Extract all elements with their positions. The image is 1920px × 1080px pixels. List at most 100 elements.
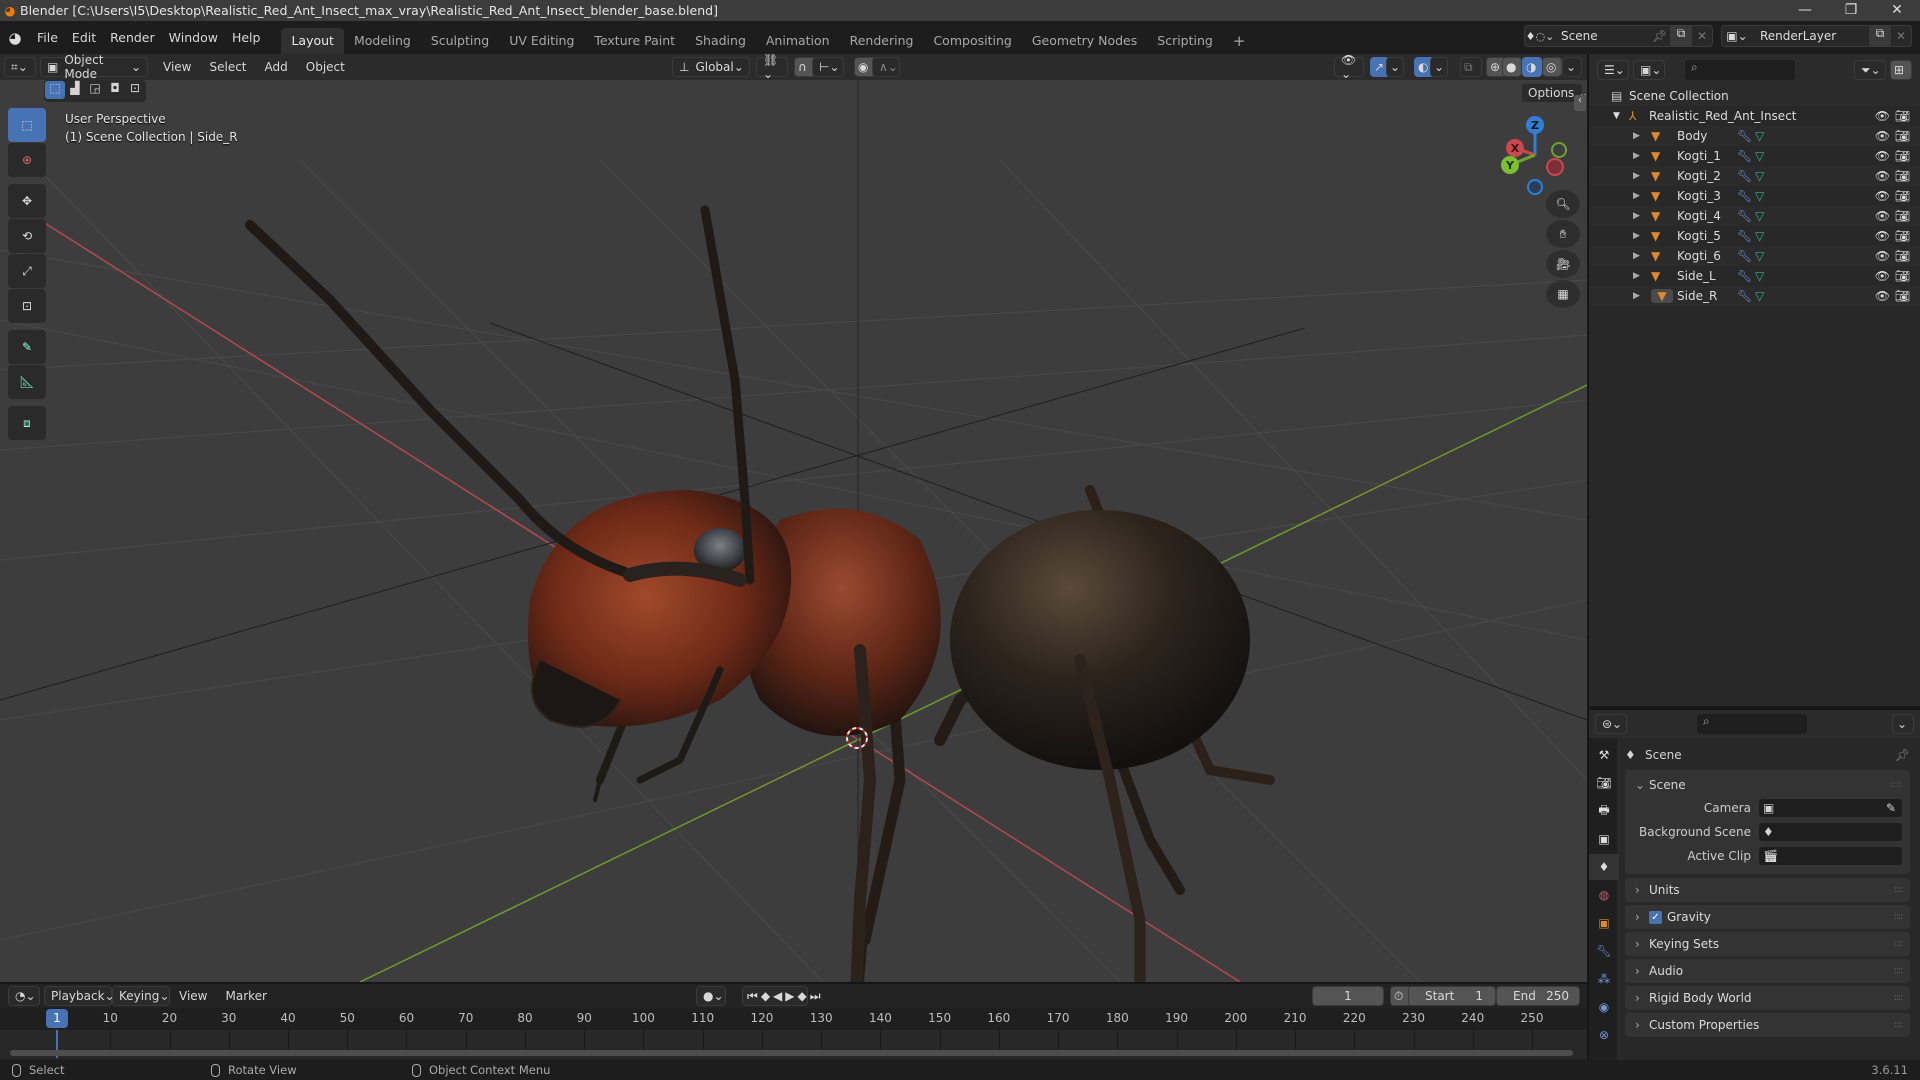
visibility-eye-icon[interactable]: 👁︎ [1875, 109, 1890, 123]
minimize-button[interactable]: — [1782, 0, 1828, 21]
gravity-checkbox[interactable]: ✓ [1649, 910, 1662, 924]
new-view-layer-button[interactable]: ⧉ [1869, 26, 1891, 46]
expand-toggle-icon[interactable]: ▶ [1633, 251, 1651, 261]
gizmo-neg-z[interactable] [1527, 179, 1543, 195]
outliner-object-row[interactable]: ▶ ▼ Body 🔧︎ ▽ 👁︎ 📷︎ [1589, 126, 1920, 146]
tab-scripting[interactable]: Scripting [1147, 28, 1223, 54]
modifier-wrench-icon[interactable]: 🔧︎ [1737, 149, 1755, 163]
mesh-data-icon[interactable]: ▽ [1755, 249, 1764, 263]
tab-view-layer-icon[interactable]: ▣ [1589, 826, 1619, 852]
menu-file[interactable]: File [30, 28, 65, 48]
timeline-tracks[interactable] [0, 1030, 1587, 1058]
tab-output-icon[interactable]: 🖶︎ [1589, 798, 1619, 824]
visibility-dropdown[interactable]: 👁︎⌄ [1334, 53, 1364, 81]
playhead[interactable]: 1 [46, 1009, 68, 1028]
play-icon[interactable]: ▶ [785, 989, 794, 1003]
outliner-object-row[interactable]: ▶ ▼ Kogti_2 🔧︎ ▽ 👁︎ 📷︎ [1589, 166, 1920, 186]
panel-rigid-body-world[interactable]: › Rigid Body World:::: [1625, 986, 1910, 1010]
blender-menu-icon[interactable]: ◕ [0, 29, 30, 47]
outliner-object-row[interactable]: ▶ ▼ Side_L 🔧︎ ▽ 👁︎ 📷︎ [1589, 266, 1920, 286]
playback-dropdown[interactable]: Playback ⌄ [44, 986, 115, 1006]
add-cube-tool-icon[interactable]: ⧈ [8, 406, 46, 440]
modifier-wrench-icon[interactable]: 🔧︎ [1737, 249, 1755, 263]
ant-model[interactable] [245, 205, 1275, 982]
gizmo-dropdown[interactable]: ⌄ [1386, 57, 1404, 77]
jump-start-icon[interactable]: ⏮ [747, 989, 758, 1004]
overlays-dropdown[interactable]: ⌄ [1430, 57, 1448, 77]
mesh-data-icon[interactable]: ▽ [1755, 129, 1764, 143]
expand-toggle-icon[interactable]: ▶ [1633, 131, 1651, 141]
scale-tool-icon[interactable]: ⤢ [8, 254, 46, 288]
render-camera-icon[interactable]: 📷︎ [1895, 129, 1910, 143]
annotate-tool-icon[interactable]: ✎ [8, 330, 46, 364]
menu-edit[interactable]: Edit [65, 28, 103, 48]
3d-viewport[interactable]: User Perspective (1) Scene Collection | … [0, 80, 1587, 982]
transform-orientation-dropdown[interactable]: ⊥ Global ⌄ [672, 57, 750, 77]
select-mode-new-icon[interactable]: ⬚ [45, 81, 65, 99]
delete-view-layer-button[interactable]: ✕ [1891, 29, 1911, 43]
timeline-scrollbar[interactable] [10, 1050, 1573, 1056]
shading-solid-button[interactable]: ● [1502, 57, 1522, 77]
timeline-ruler[interactable]: 10 20 30 40 50 60 70 80 90 100 110 120 130 140 150 160 1… [0, 1008, 1587, 1030]
outliner-object-row[interactable]: ▶ ▼ Kogti_3 🔧︎ ▽ 👁︎ 📷︎ [1589, 186, 1920, 206]
pan-hand-icon[interactable]: ✋︎ [1546, 220, 1580, 248]
outliner-object-row[interactable]: ▶ ▼ Side_R 🔧︎ ▽ 👁︎ 📷︎ [1589, 286, 1920, 306]
modifier-wrench-icon[interactable]: 🔧︎ [1737, 269, 1755, 283]
pin-icon[interactable]: 📌︎ [1895, 748, 1910, 762]
outliner-search-input[interactable]: ⌕ [1685, 60, 1795, 80]
expand-toggle-icon[interactable]: ▶ [1633, 291, 1651, 301]
shading-rendered-button[interactable]: ◎ [1542, 57, 1562, 77]
mesh-data-icon[interactable]: ▽ [1755, 209, 1764, 223]
panel-units[interactable]: › Units:::: [1625, 878, 1910, 902]
expand-toggle-icon[interactable]: ▶ [1633, 231, 1651, 241]
tab-layout[interactable]: Layout [281, 27, 344, 54]
render-camera-icon[interactable]: 📷︎ [1895, 209, 1910, 223]
display-mode-dropdown[interactable]: ☰⌄ [1597, 60, 1629, 80]
select-mode-invert-icon[interactable]: ◘ [105, 81, 125, 101]
tab-particles-icon[interactable]: ⁂ [1589, 966, 1619, 992]
proportional-falloff-dropdown[interactable]: ∧⌄ [872, 57, 900, 77]
gizmo-neg-y[interactable] [1551, 142, 1567, 158]
jump-end-icon[interactable]: ⏭ [810, 989, 821, 1004]
prev-keyframe-icon[interactable]: ◆ [761, 989, 770, 1003]
view-layer-selector[interactable]: ▣⌄ RenderLayer ⧉ ✕ [1721, 25, 1912, 47]
mesh-data-icon[interactable]: ▽ [1755, 189, 1764, 203]
expand-toggle-icon[interactable]: ▶ [1633, 271, 1651, 281]
visibility-eye-icon[interactable]: 👁︎ [1875, 169, 1890, 183]
end-frame-field[interactable]: End 250 [1496, 986, 1580, 1006]
new-scene-button[interactable]: ⧉ [1670, 26, 1692, 46]
sidebar-toggle[interactable]: ‹ [1574, 95, 1586, 111]
render-camera-icon[interactable]: 📷︎ [1895, 149, 1910, 163]
auto-keying-toggle[interactable]: ●⌄ [696, 986, 726, 1006]
mesh-data-icon[interactable]: ▽ [1755, 269, 1764, 283]
tab-object-icon[interactable]: ▣ [1589, 910, 1619, 936]
start-frame-field[interactable]: Start 1 [1408, 986, 1496, 1006]
visibility-eye-icon[interactable]: 👁︎ [1875, 269, 1890, 283]
pin-icon[interactable]: 📌︎ [1652, 29, 1670, 43]
zoom-icon[interactable]: 🔍︎ [1546, 190, 1580, 218]
outliner-object-row[interactable]: ▶ ▼ Kogti_5 🔧︎ ▽ 👁︎ 📷︎ [1589, 226, 1920, 246]
tab-modeling[interactable]: Modeling [344, 28, 421, 54]
outliner-collection-row[interactable]: ▼ ⅄ Realistic_Red_Ant_Insect 👁︎ 📷︎ [1589, 106, 1920, 126]
menu-add[interactable]: Add [256, 60, 297, 74]
select-mode-extend-icon[interactable]: ▟ [65, 81, 85, 101]
timeline-menu-marker[interactable]: Marker [216, 989, 275, 1003]
modifier-wrench-icon[interactable]: 🔧︎ [1737, 229, 1755, 243]
visibility-eye-icon[interactable]: 👁︎ [1875, 229, 1890, 243]
menu-view[interactable]: View [154, 60, 200, 74]
keying-dropdown[interactable]: Keying ⌄ [112, 986, 170, 1006]
outliner-object-row[interactable]: ▶ ▼ Kogti_4 🔧︎ ▽ 👁︎ 📷︎ [1589, 206, 1920, 226]
active-clip-field[interactable]: 🎬︎ [1759, 847, 1902, 865]
xray-toggle[interactable]: ⧉ [1460, 57, 1482, 77]
mode-dropdown[interactable]: ▣ Object Mode ⌄ [40, 53, 148, 81]
filter-view-layer-dropdown[interactable]: ▣⌄ [1633, 60, 1665, 80]
render-camera-icon[interactable]: 📷︎ [1895, 289, 1910, 303]
tab-scene-icon[interactable]: ♦ [1589, 854, 1619, 880]
cursor-tool-icon[interactable]: ⊕ [8, 143, 46, 177]
play-reverse-icon[interactable]: ◀ [773, 989, 782, 1003]
select-box-tool-icon[interactable]: ⬚ [8, 108, 46, 142]
modifier-wrench-icon[interactable]: 🔧︎ [1737, 209, 1755, 223]
render-camera-icon[interactable]: 📷︎ [1895, 229, 1910, 243]
modifier-wrench-icon[interactable]: 🔧︎ [1737, 129, 1755, 143]
filter-dropdown[interactable]: ⏷⌄ [1854, 60, 1886, 80]
